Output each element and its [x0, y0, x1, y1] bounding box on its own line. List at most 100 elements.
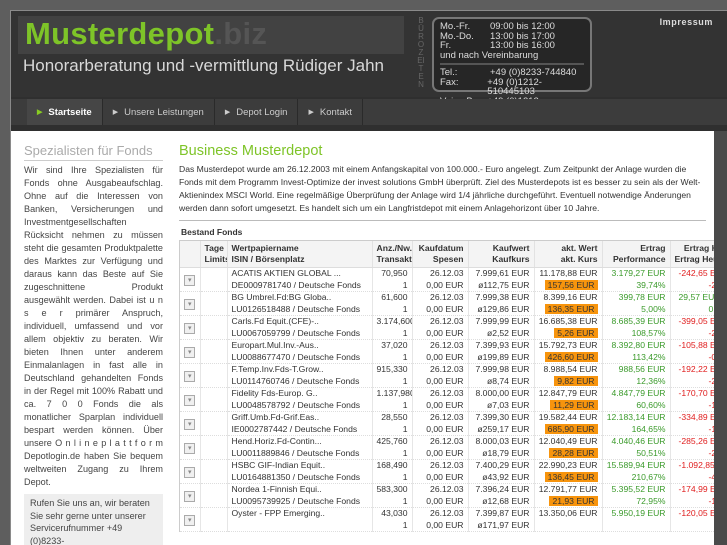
current-value-cell-line2: 11,29 EUR [539, 399, 598, 411]
table-row[interactable]: ▾ Europart.Mul.Inv.-Aus.. LU0088677470 / D… [180, 339, 727, 364]
purchase-value-cell-line2: ø171,97 EUR [477, 519, 530, 530]
limits-cell [200, 435, 228, 460]
document-icon[interactable]: ▾ [184, 514, 196, 526]
purchase-date-cell-line2: 0,00 EUR [426, 351, 464, 362]
fund-name[interactable]: Carls.Fd Equit.(CFE)-.. [232, 316, 368, 328]
impressum-link[interactable]: Impressum [660, 17, 713, 27]
column-header[interactable]: Wertpapiername ISIN / Börsenplatz [227, 241, 373, 268]
document-icon[interactable]: ▾ [184, 346, 196, 358]
nav-item-unsere-leistungen[interactable]: ▶ Unsere Leistungen [103, 99, 215, 125]
fund-name[interactable]: Griff.Umb.Fd-Grif.Eas.. [232, 412, 368, 424]
header-line1: Wertpapiername [231, 243, 299, 253]
column-header[interactable]: Kaufdatum Spesen [412, 241, 469, 268]
column-header[interactable]: Kaufwert Kaufkurs [468, 241, 535, 268]
fund-name[interactable]: F.Temp.Inv.Fds-T.Grow.. [232, 364, 368, 376]
purchase-date-cell-line2: 0,00 EUR [426, 447, 464, 458]
table-row[interactable]: ▾ Oyster - FPP Emerging.. 43,030 1 26.12.03 0… [180, 507, 727, 532]
nav-arrow-icon: ▶ [308, 109, 314, 116]
current-value-cell-line1: 19.582,44 EUR [538, 412, 598, 422]
current-value-cell: 19.582,44 EUR 685,90 EUR [534, 411, 603, 436]
header-line2: Spesen [432, 254, 464, 264]
table-row[interactable]: ▾ HSBC GIF-Indian Equit.. LU0164881350 / D… [180, 459, 727, 484]
fund-isin: LU0011889846 / Deutsche Fonds [231, 447, 360, 458]
contact-row: Fax: +49 (0)1212-510445103 [440, 77, 584, 97]
header-line2: ISIN / Börsenplatz [231, 254, 305, 264]
quantity-cell-line1: 28,550 [381, 412, 408, 422]
purchase-value-cell-line2: ø112,75 EUR [478, 279, 530, 290]
doc-cell: ▾ [180, 387, 201, 412]
return-amount: 4.847,79 EUR [611, 388, 666, 398]
nav-item-depot-login[interactable]: ▶ Depot Login [215, 99, 299, 125]
fund-name[interactable]: Oyster - FPP Emerging.. [232, 508, 368, 520]
performance: 108,57% [631, 327, 666, 338]
document-icon[interactable]: ▾ [184, 466, 196, 478]
document-icon[interactable]: ▾ [184, 298, 196, 310]
table-row[interactable]: ▾ Fidelity Fds-Europ. G.. LU0048578792 / D… [180, 387, 727, 412]
column-header[interactable]: TageLimits [200, 241, 228, 268]
column-header[interactable]: Ertrag Performance [602, 241, 671, 268]
document-icon[interactable]: ▾ [184, 370, 196, 382]
return-cell: 399,78 EUR 5,00% [602, 291, 671, 316]
document-icon[interactable]: ▾ [184, 274, 196, 286]
nav-item-startseite[interactable]: ▶ Startseite [27, 99, 103, 125]
document-icon[interactable]: ▾ [184, 442, 196, 454]
fund-name[interactable]: Fidelity Fds-Europ. G.. [232, 388, 368, 400]
current-value-cell: 8.988,54 EUR 9,82 EUR [534, 363, 603, 388]
table-row[interactable]: ▾ F.Temp.Inv.Fds-T.Grow.. LU0114760746 / D… [180, 363, 727, 388]
fund-name[interactable]: BG Umbrel.Fd:BG Globa.. [232, 292, 368, 304]
fund-name[interactable]: HSBC GIF-Indian Equit.. [232, 460, 368, 472]
purchase-date-cell: 26.12.03 0,00 EUR [412, 507, 469, 532]
document-icon[interactable]: ▾ [184, 418, 196, 430]
return-amount: 12.183,14 EUR [606, 412, 666, 422]
fund-cell: Nordea 1-Finnish Equi.. LU0095739925 / De… [227, 483, 373, 508]
current-value-cell: 16.685,38 EUR 5,26 EUR [534, 315, 603, 340]
column-header[interactable]: akt. Wert akt. Kurs [534, 241, 603, 268]
purchase-date-cell-line2: 0,00 EUR [426, 471, 464, 482]
fund-cell: Fidelity Fds-Europ. G.. LU0048578792 / De… [227, 387, 373, 412]
purchase-date-cell-line2: 0,00 EUR [426, 495, 464, 506]
document-icon[interactable]: ▾ [184, 394, 196, 406]
column-header[interactable]: Anz./Nw. Transakt. [372, 241, 413, 268]
holdings-table-wrap: TageLimitsWertpapiernameISIN / Börsenpla… [179, 240, 727, 532]
quantity-cell-line1: 1.137,980 [376, 388, 412, 398]
current-value-cell-line2: 136,35 EUR [539, 303, 598, 315]
table-row[interactable]: ▾ Carls.Fd Equit.(CFE)-.. LU0067059799 / D… [180, 315, 727, 340]
return-cell: 3.179,27 EUR 39,74% [602, 267, 671, 292]
fund-name[interactable]: Europart.Mul.Inv.-Aus.. [232, 340, 368, 352]
table-row[interactable]: ▾ Griff.Umb.Fd-Grif.Eas.. IE0002787442 / D… [180, 411, 727, 436]
table-row[interactable]: ▾ ACATIS AKTIEN GLOBAL ... DE0009781740 / … [180, 267, 727, 292]
return-cell: 8.685,39 EUR 108,57% [602, 315, 671, 340]
document-icon[interactable]: ▾ [184, 322, 196, 334]
fund-name[interactable]: Nordea 1-Finnish Equi.. [232, 484, 368, 496]
quantity-cell: 425,760 1 [372, 435, 413, 460]
purchase-date-cell-line2: 0,00 EUR [426, 399, 464, 410]
fund-name[interactable]: ACATIS AKTIEN GLOBAL ... [232, 268, 368, 280]
purchase-value-cell-line1: 7.999,98 EUR [475, 364, 530, 374]
current-value-cell-line2: 9,82 EUR [539, 375, 598, 387]
current-value-cell-line2: 136,45 EUR [539, 471, 598, 483]
purchase-value-cell: 8.000,03 EUR ø18,79 EUR [468, 435, 535, 460]
performance: 12,36% [636, 375, 666, 386]
doc-cell: ▾ [180, 363, 201, 388]
site-logo[interactable]: Musterdepot.biz [25, 16, 267, 52]
purchase-date-cell-line1: 26.12.03 [430, 268, 464, 278]
fund-name[interactable]: Hend.Horiz.Fd-Contin... [232, 436, 368, 448]
performance: 5,00% [641, 303, 666, 314]
quantity-cell-line1: 3.174,600 [376, 316, 412, 326]
nav-arrow-icon: ▶ [112, 109, 119, 116]
quantity-cell-line1: 168,490 [376, 460, 408, 470]
table-row[interactable]: ▾ Nordea 1-Finnish Equi.. LU0095739925 / D… [180, 483, 727, 508]
table-row[interactable]: ▾ Hend.Horiz.Fd-Contin... LU0011889846 / D… [180, 435, 727, 460]
purchase-date-cell-line2: 0,00 EUR [426, 375, 464, 386]
purchase-value-cell: 7.399,30 EUR ø259,17 EUR [468, 411, 535, 436]
purchase-date-cell-line1: 26.12.03 [430, 364, 464, 374]
table-row[interactable]: ▾ BG Umbrel.Fd:BG Globa.. LU0126518488 / D… [180, 291, 727, 316]
purchase-value-cell-line1: 7.999,38 EUR [475, 292, 530, 302]
nav-item-label: Depot Login [236, 106, 288, 118]
purchase-value-cell-line1: 7.399,30 EUR [475, 412, 530, 422]
purchase-date-cell: 26.12.03 0,00 EUR [412, 411, 469, 436]
nav-item-kontakt[interactable]: ▶ Kontakt [298, 99, 364, 125]
limits-cell [200, 483, 228, 508]
current-value-cell-badge: 136,45 EUR [544, 471, 598, 482]
document-icon[interactable]: ▾ [184, 490, 196, 502]
